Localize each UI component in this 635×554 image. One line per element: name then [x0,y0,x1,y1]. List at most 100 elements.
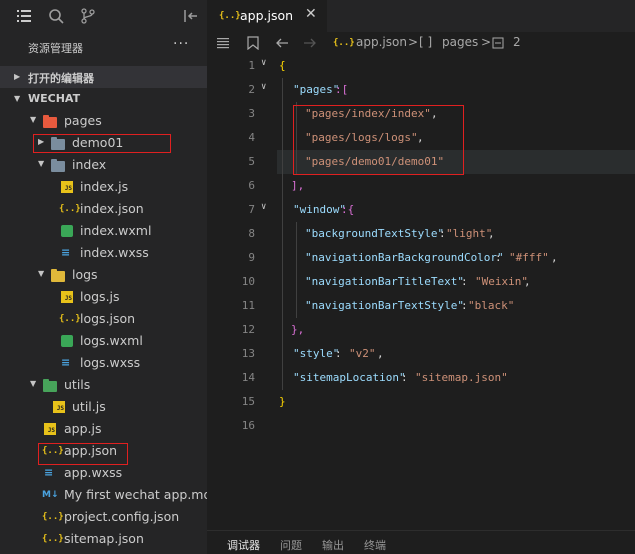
tree-item-index-json[interactable]: {..} index.json [0,198,207,220]
code-line[interactable]: 1 ∨ { [207,54,635,78]
search-icon[interactable] [48,8,64,24]
code-token: "style" [293,347,340,360]
fold-chevron-icon[interactable]: ∨ [261,82,266,92]
code-line[interactable]: 7 ∨ "window":{ [207,198,635,222]
breadcrumb-index[interactable]: 2 [513,35,521,49]
code-line[interactable]: 16 [207,414,635,438]
highlight-box-app-json [38,443,128,465]
fold-chevron-icon[interactable]: ∨ [261,202,266,212]
tree-item-label: project.config.json [64,509,180,524]
code-token: "window" [293,203,346,216]
tree-item-logs-js[interactable]: JS logs.js [0,286,207,308]
tab-terminal[interactable]: 终端 [364,537,386,553]
collapse-panel-icon[interactable] [183,8,199,24]
tree-item-label: app.wxss [64,465,123,480]
forward-arrow-icon[interactable] [303,37,317,49]
tab-debugger[interactable]: 调试器 [227,537,260,554]
code-area[interactable]: 1 ∨{2 ∨ "pages":[3 "pages/index/index", 4 "pag… [207,54,635,494]
fold-chevron-icon[interactable]: ∨ [261,58,266,68]
breadcrumb-key[interactable]: pages [442,35,478,49]
code-line[interactable]: 14 "sitemapLocation": "sitemap.json" [207,366,635,390]
tree-item-my-first-wechat-app-md[interactable]: M↓ My first wechat app.md [0,484,211,506]
tree-item-label: My first wechat app.md [64,487,212,502]
line-number: 12 [241,323,255,336]
tree-item-logs[interactable]: ▼ logs [0,264,207,286]
wxss-file-icon: ≡ [61,246,71,259]
line-number: 14 [241,371,255,384]
folder-icon [43,115,57,128]
code-line[interactable]: 8 "backgroundTextStyle": "light", [207,222,635,246]
code-line[interactable]: 10 "navigationBarTitleText": "Weixin", [207,270,635,294]
tree-item-label: logs [72,267,98,282]
breadcrumb-separator: > [481,35,492,49]
markdown-file-icon: M↓ [42,490,59,500]
open-editors-section[interactable]: ▶ 打开的编辑器 [0,66,207,88]
code-line[interactable]: 11 "navigationBarTextStyle": "black" [207,294,635,318]
tree-item-logs-wxml[interactable]: logs.wxml [0,330,207,352]
source-control-icon[interactable] [80,8,96,24]
close-icon[interactable]: ✕ [305,6,317,22]
line-number: 13 [241,347,255,360]
more-actions-icon[interactable]: ··· [173,36,189,52]
json-file-icon: {..} [42,512,64,522]
line-number: 5 [248,155,255,168]
tree-item-pages[interactable]: ▼ pages [0,110,207,132]
workspace-section[interactable]: ▼ WECHAT [0,88,207,110]
toc-icon[interactable] [216,36,230,50]
tree-item-project-config-json[interactable]: {..} project.config.json [0,506,207,528]
code-line[interactable]: 9 "navigationBarBackgroundColor": "#fff", [207,246,635,270]
code-line[interactable]: 2 ∨ "pages":[ [207,78,635,102]
tree-item-label: index.js [80,179,129,194]
code-line[interactable]: 13 "style": "v2", [207,342,635,366]
code-token: "navigationBarBackgroundColor" [305,251,504,264]
line-number: 10 [241,275,255,288]
bookmark-icon[interactable] [247,36,259,50]
tab-problems[interactable]: 问题 [280,537,302,553]
json-file-icon: {..} [219,11,241,21]
json-file-icon: {..} [59,314,81,324]
code-token: : [335,347,349,360]
code-token: , [488,227,495,240]
highlight-box-pages-array [293,105,464,175]
wxss-file-icon: ≡ [61,356,71,369]
explorer-icon[interactable] [16,8,32,24]
line-number: 4 [248,131,255,144]
tab-output[interactable]: 输出 [322,537,344,553]
code-token: "v2" [349,347,376,360]
code-token: :[ [335,83,349,96]
code-token: "navigationBarTitleText" [305,275,464,288]
tab-app-json[interactable]: {..} app.json ✕ [207,0,327,32]
bottom-panel: 调试器 问题 输出 终端 [207,530,635,554]
tree-item-index-wxml[interactable]: index.wxml [0,220,207,242]
chevron-down-icon: ▼ [30,379,37,388]
code-token: :{ [341,203,355,216]
tree-item-app-wxss[interactable]: ≡ app.wxss [0,462,207,484]
code-line[interactable]: 15} [207,390,635,414]
code-line[interactable]: 12}, [207,318,635,342]
tree-item-logs-wxss[interactable]: ≡ logs.wxss [0,352,207,374]
line-number: 1 [248,59,255,72]
back-arrow-icon[interactable] [275,37,289,49]
wxss-file-icon: ≡ [44,466,54,479]
chevron-down-icon: ▼ [30,115,37,124]
tree-item-index-wxss[interactable]: ≡ index.wxss [0,242,207,264]
tab-bar: {..} app.json ✕ [207,0,635,32]
tree-item-label: logs.wxml [80,333,143,348]
tree-item-index-js[interactable]: JS index.js [0,176,207,198]
tree-item-util-js[interactable]: JS util.js [0,396,207,418]
tree-item-app-js[interactable]: JS app.js [0,418,207,440]
array-element-icon [492,37,504,49]
tree-item-index[interactable]: ▼ index [0,154,207,176]
code-line[interactable]: 6], [207,174,635,198]
folder-icon [51,269,65,282]
folder-icon [51,159,65,172]
breadcrumb-file[interactable]: app.json [356,35,407,49]
tree-item-utils[interactable]: ▼ utils [0,374,207,396]
line-number: 7 [248,203,255,216]
code-token: , [524,275,531,288]
code-token: } [279,395,286,408]
tree-item-logs-json[interactable]: {..} logs.json [0,308,207,330]
line-number: 3 [248,107,255,120]
line-number: 2 [248,83,255,96]
tree-item-sitemap-json[interactable]: {..} sitemap.json [0,528,207,550]
